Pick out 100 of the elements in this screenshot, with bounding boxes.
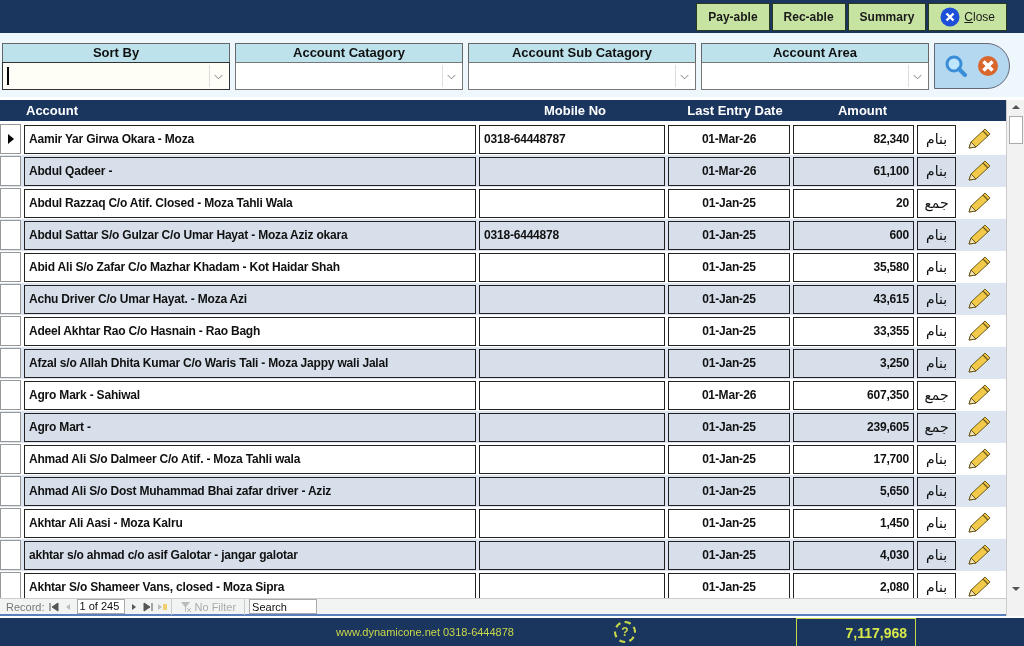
search-field[interactable]: Search: [249, 599, 318, 614]
amount-cell: 61,100: [793, 156, 914, 186]
date-cell: 01-Jan-25: [668, 508, 790, 538]
pencil-icon: [966, 191, 992, 215]
toolbar-button[interactable]: Rec-able: [771, 2, 846, 31]
account-cell: Akhtar Ali Aasi - Moza Kalru: [24, 508, 476, 538]
account-cell: Adeel Akhtar Rao C/o Hasnain - Rao Bagh: [24, 316, 476, 346]
pencil-icon: [966, 415, 992, 439]
type-cell: بنام: [917, 124, 956, 154]
toolbar-button[interactable]: Summary: [847, 2, 927, 31]
type-cell: جمع: [917, 188, 956, 218]
amount-cell: 600: [793, 220, 914, 250]
type-cell: جمع: [917, 412, 956, 442]
close-icon: [940, 6, 961, 27]
date-cell: 01-Jan-25: [668, 348, 790, 378]
pencil-icon: [966, 255, 992, 279]
account-cell: Achu Driver C/o Umar Hayat. - Moza Azi: [24, 284, 476, 314]
toolbar-button[interactable]: Pay-able: [696, 2, 770, 31]
date-cell: 01-Jan-25: [668, 540, 790, 570]
pencil-icon: [966, 159, 992, 183]
close-button[interactable]: Close: [928, 2, 1007, 31]
type-cell: بنام: [917, 284, 956, 314]
help-button[interactable]: ?: [614, 621, 636, 643]
mobile-cell: 0318-64448787: [479, 124, 665, 154]
pencil-icon: [966, 511, 992, 535]
account-cell: akhtar s/o ahmad c/o asif Galotar - jangar galotar: [24, 540, 476, 570]
type-cell: بنام: [917, 220, 956, 250]
date-cell: 01-Jan-25: [668, 188, 790, 218]
date-cell: 01-Jan-25: [668, 284, 790, 314]
account-cell: Abdul Razzaq C/o Atif. Closed - Moza Tahli Wala: [24, 188, 476, 218]
filter-dropdown[interactable]: [2, 62, 230, 90]
account-cell: Akhtar S/o Shameer Vans, closed - Moza Sipra: [24, 572, 476, 598]
column-header: Account: [25, 103, 79, 118]
account-cell: Ahmad Ali S/o Dost Muhammad Bhai zafar driver - Aziz: [24, 476, 476, 506]
type-cell: بنام: [917, 540, 956, 570]
pencil-icon: [966, 127, 992, 151]
pencil-icon: [966, 543, 992, 567]
date-cell: 01-Jan-25: [668, 316, 790, 346]
filter-label: Account Area: [701, 43, 929, 62]
scroll-thumb[interactable]: [1008, 116, 1023, 144]
account-cell: Ahmad Ali S/o Dalmeer C/o Atif. - Moza Tahli wala: [24, 444, 476, 474]
type-cell: بنام: [917, 476, 956, 506]
column-header: Amount: [836, 103, 889, 118]
pencil-icon: [966, 383, 992, 407]
scrollbar[interactable]: [1006, 100, 1024, 616]
date-cell: 01-Jan-25: [668, 444, 790, 474]
filter-label: Account Sub Catagory: [468, 43, 696, 62]
date-cell: 01-Jan-25: [668, 252, 790, 282]
record-position-field[interactable]: 1 of 245: [76, 599, 125, 614]
account-cell: Abid Ali S/o Zafar C/o Mazhar Khadam - Kot Haidar Shah: [24, 252, 476, 282]
amount-cell: 82,340: [793, 124, 914, 154]
type-cell: بنام: [917, 444, 956, 474]
clear-button[interactable]: [976, 54, 1000, 78]
account-cell: Abdul Sattar S/o Gulzar C/o Umar Hayat - Moza Aziz okara: [24, 220, 476, 250]
amount-cell: 1,450: [793, 508, 914, 538]
date-cell: 01-Jan-25: [668, 412, 790, 442]
amount-cell: 35,580: [793, 252, 914, 282]
pencil-icon: [966, 287, 992, 311]
amount-cell: 239,605: [793, 412, 914, 442]
amount-cell: 4,030: [793, 540, 914, 570]
pencil-icon: [966, 447, 992, 471]
first-record-icon[interactable]: [48, 601, 59, 612]
amount-cell: 3,250: [793, 348, 914, 378]
date-cell: 01-Mar-26: [668, 380, 790, 410]
amount-cell: 17,700: [793, 444, 914, 474]
type-cell: جمع: [917, 380, 956, 410]
type-cell: بنام: [917, 316, 956, 346]
contact-text: www.dynamicone.net 0318-6444878: [336, 626, 515, 638]
pencil-icon: [966, 479, 992, 503]
type-cell: بنام: [917, 252, 956, 282]
filter-icon: [179, 600, 192, 613]
filter-label: Account Catagory: [235, 43, 463, 62]
pencil-icon: [966, 575, 992, 598]
type-cell: بنام: [917, 348, 956, 378]
pencil-icon: [966, 351, 992, 375]
account-cell: Aamir Yar Girwa Okara - Moza: [24, 124, 476, 154]
account-cell: Agro Mark - Sahiwal: [24, 380, 476, 410]
mobile-cell: 0318-6444878: [479, 220, 665, 250]
pencil-icon: [966, 223, 992, 247]
type-cell: بنام: [917, 508, 956, 538]
record-selector[interactable]: [0, 124, 21, 154]
date-cell: 01-Mar-26: [668, 124, 790, 154]
account-cell: Agro Mart -: [24, 412, 476, 442]
type-cell: بنام: [917, 156, 956, 186]
amount-cell: 43,615: [793, 284, 914, 314]
search-button[interactable]: [944, 54, 968, 78]
filter-label: Sort By: [2, 43, 230, 62]
amount-cell: 20: [793, 188, 914, 218]
current-record-icon: [7, 134, 14, 144]
date-cell: 01-Jan-25: [668, 476, 790, 506]
date-cell: 01-Mar-26: [668, 156, 790, 186]
column-header: Last Entry Date: [686, 103, 784, 118]
pencil-icon: [966, 319, 992, 343]
account-cell: Afzal s/o Allah Dhita Kumar C/o Waris Tali - Moza Jappy wali Jalal: [24, 348, 476, 378]
record-label: Record:: [6, 600, 45, 613]
last-record-icon[interactable]: [142, 601, 153, 612]
date-cell: 01-Jan-25: [668, 220, 790, 250]
total-amount: 7,117,968: [796, 618, 916, 646]
date-cell: 01-Jan-25: [668, 572, 790, 598]
amount-cell: 607,350: [793, 380, 914, 410]
